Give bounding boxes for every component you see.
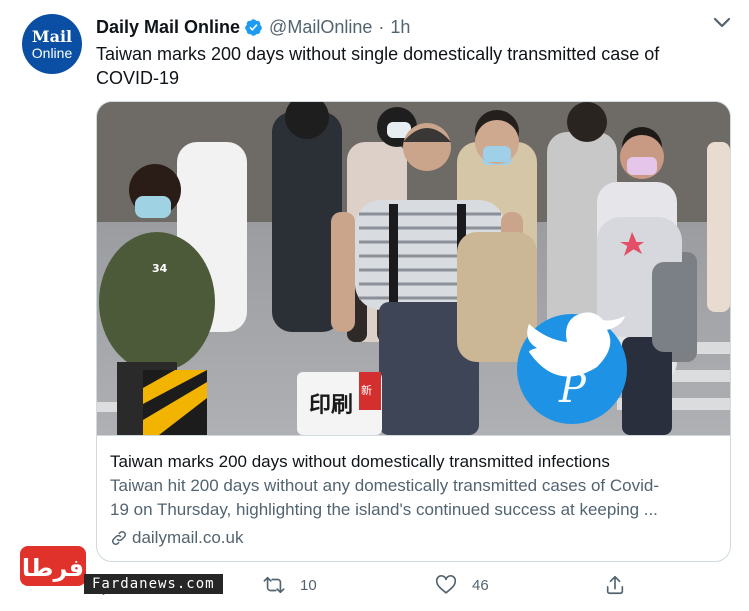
like-count: 46	[472, 576, 489, 594]
link-icon	[111, 530, 127, 546]
retweet-button[interactable]: 10	[262, 574, 317, 596]
tweet-header: Daily Mail Online @MailOnline · 1h	[96, 16, 410, 38]
street-crowd-photo: 34 印刷 新 P	[97, 102, 730, 435]
author-name[interactable]: Daily Mail Online	[96, 17, 240, 38]
author-handle[interactable]: @MailOnline	[269, 17, 372, 38]
watermark-logo-text: فرطا	[22, 554, 84, 582]
shirt-number: 34	[152, 262, 168, 275]
verified-badge-icon	[245, 18, 262, 36]
card-description-line-1: Taiwan hit 200 days without any domestic…	[110, 476, 659, 495]
tweet-text: Taiwan marks 200 days without single dom…	[96, 44, 660, 88]
separator-dot: ·	[378, 16, 385, 37]
card-body[interactable]: Taiwan marks 200 days without domestical…	[97, 435, 730, 550]
tweet[interactable]: Mail Online Daily Mail Online @MailOnlin…	[0, 0, 749, 611]
watermark-logo: فرطا	[20, 546, 86, 586]
card-title: Taiwan marks 200 days without domestical…	[110, 452, 610, 471]
card-photo[interactable]: 34 印刷 新 P	[97, 102, 730, 435]
share-icon	[606, 575, 624, 595]
avatar[interactable]: Mail Online	[22, 14, 82, 74]
bag-text: 印刷	[309, 393, 353, 418]
card-description: Taiwan hit 200 days without any domestic…	[110, 474, 716, 522]
link-card[interactable]: 34 印刷 新 P Taiwan marks 200 days without …	[96, 101, 731, 562]
svg-text:P: P	[558, 366, 587, 412]
retweet-icon	[263, 576, 285, 594]
like-button[interactable]: 46	[434, 574, 489, 596]
tweet-timestamp[interactable]: 1h	[390, 17, 410, 38]
watermark-text: Fardanews.com	[84, 574, 223, 594]
like-icon	[435, 575, 457, 594]
chevron-down-icon[interactable]	[712, 16, 732, 30]
retweet-count: 10	[300, 576, 317, 594]
card-description-line-2: 19 on Thursday, highlighting the island'…	[110, 500, 658, 519]
avatar-line-2: Online	[31, 44, 73, 61]
avatar-line-1: Mail	[31, 26, 73, 46]
card-domain[interactable]: dailymail.co.uk	[110, 526, 716, 550]
bag-red-tag: 新	[361, 383, 372, 397]
share-button[interactable]	[604, 574, 640, 596]
card-domain-text: dailymail.co.uk	[132, 528, 244, 547]
